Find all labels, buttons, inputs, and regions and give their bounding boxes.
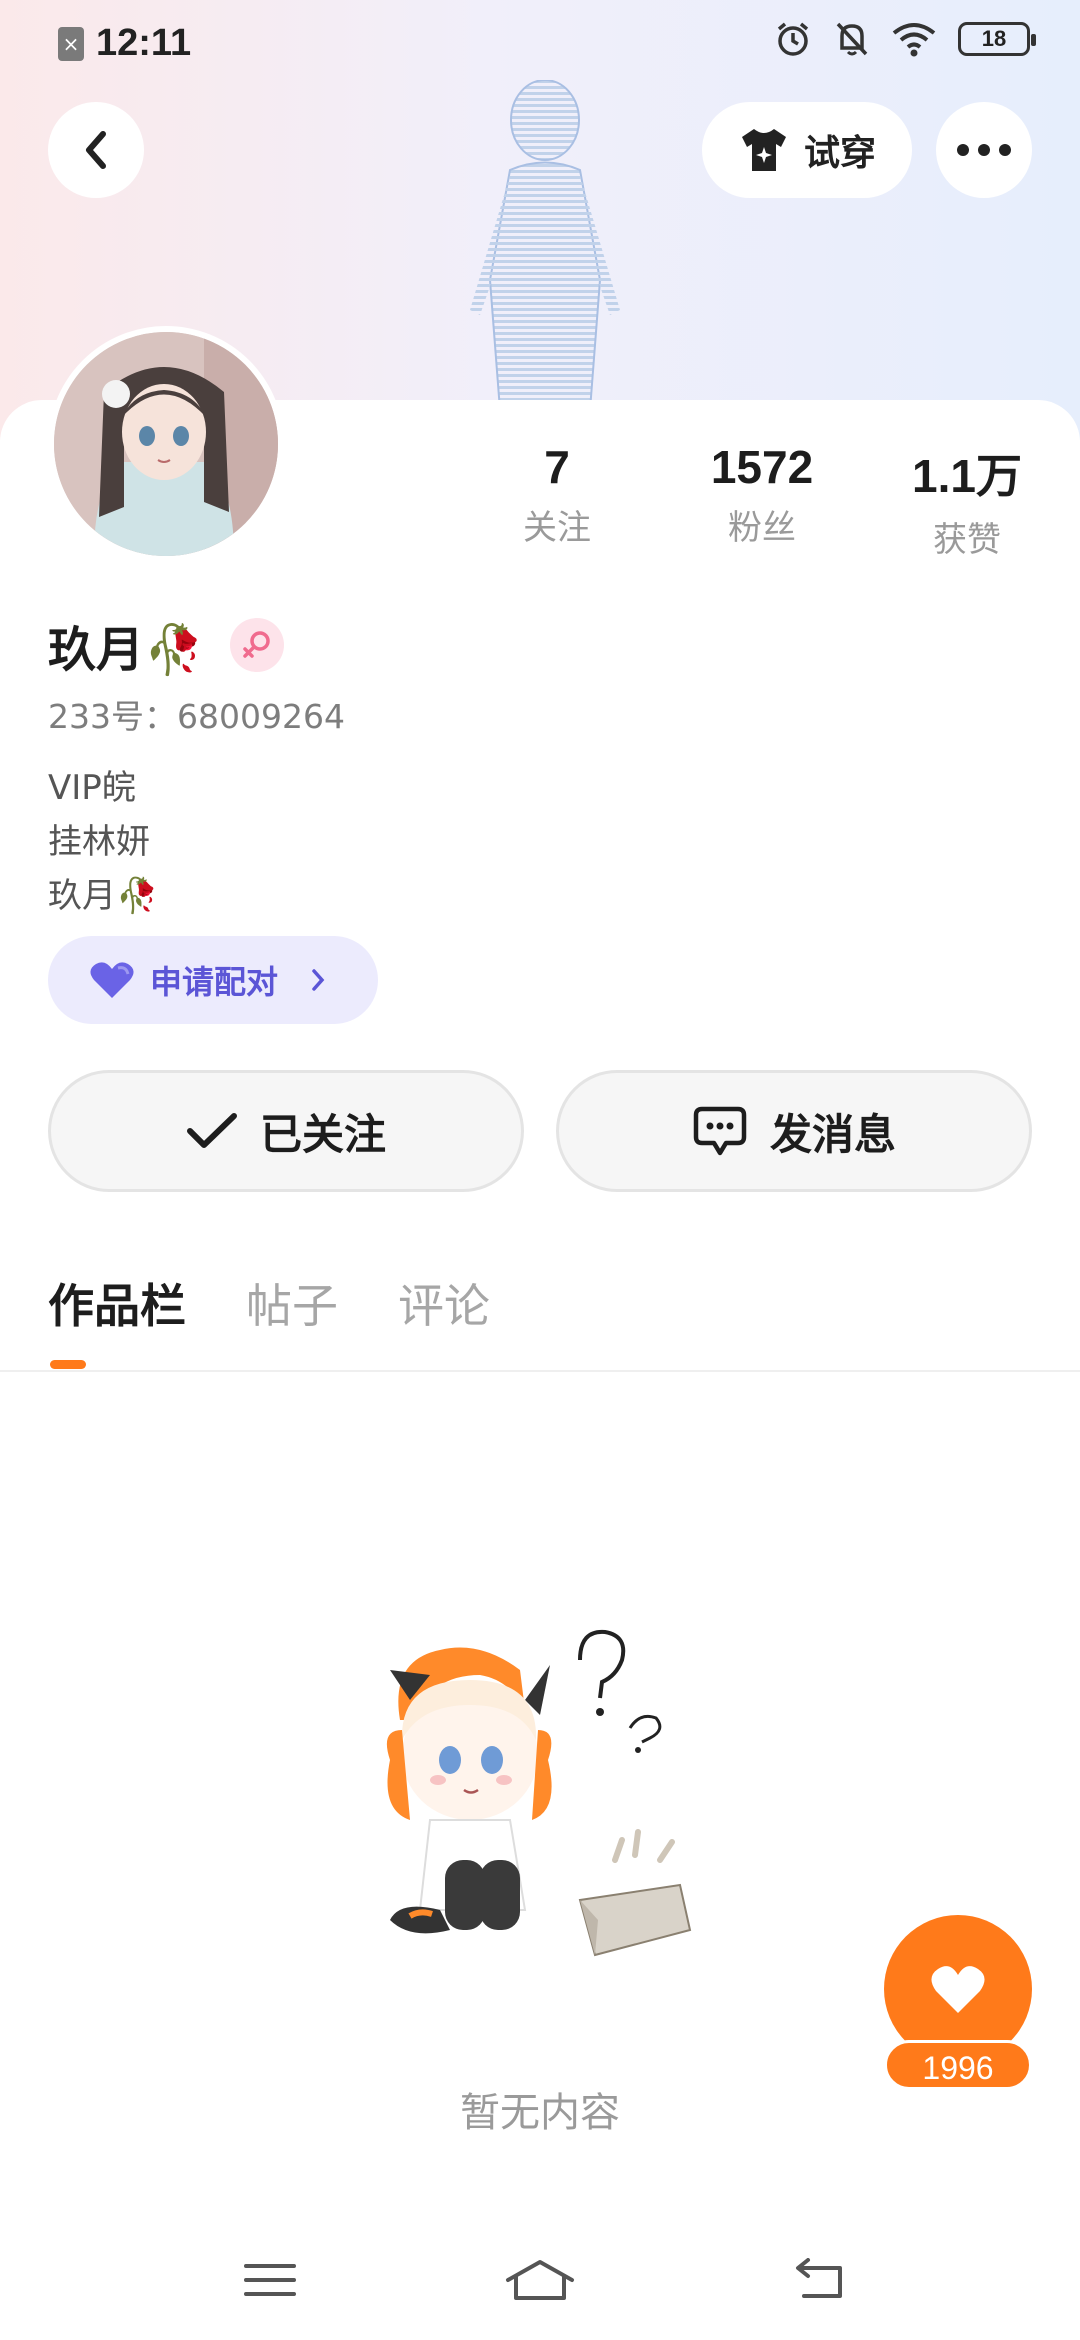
menu-nav-button[interactable] [230,2250,310,2310]
battery-level: 18 [981,26,1007,51]
menu-icon [244,2264,296,2296]
username-row: 玖月🥀 [48,610,284,680]
user-id: 233号：68009264 [48,697,345,736]
avatar-model-figure [470,80,620,410]
back-nav-button[interactable] [780,2250,860,2310]
wifi-icon [892,23,936,57]
tab-works[interactable]: 作品栏 [48,1270,186,1336]
back-arrow-icon [796,2258,842,2298]
avatar[interactable] [48,326,284,562]
active-tab-indicator [50,1360,86,1369]
home-nav-button[interactable] [500,2250,580,2310]
following-label-text: 已关注 [259,1109,386,1159]
try-on-label: 试穿 [803,133,876,174]
tab-divider [0,1370,1080,1372]
tshirt-icon [741,129,786,171]
send-message-button[interactable]: 发消息 [556,1070,1032,1192]
system-navigation-bar [0,2220,1080,2340]
back-button[interactable] [48,102,144,198]
status-bar: × 12:11 18 [0,0,1080,90]
stat-following[interactable]: 7 关注 [472,440,642,549]
chat-bubble-icon [693,1106,747,1156]
stat-followers[interactable]: 1572 粉丝 [677,440,847,549]
chevron-right-icon [312,969,325,991]
more-dots-icon [957,144,1011,156]
heart-icon [931,1966,985,2013]
following-button[interactable]: 已关注 [48,1070,524,1192]
send-message-label: 发消息 [769,1109,896,1159]
battery-icon: 18 [958,22,1036,56]
tab-posts[interactable]: 帖子 [246,1270,338,1336]
more-button[interactable] [936,102,1032,198]
alarm-icon [777,22,809,56]
status-time: 12:11 [96,22,192,64]
empty-state-illustration [386,1629,692,1957]
apply-pair-button[interactable]: 申请配对 [48,936,378,1024]
no-sim-icon: × [58,26,84,61]
like-count: 1996 [884,2040,1032,2090]
apply-pair-label: 申请配对 [150,963,279,1001]
content-tabs: 作品栏 帖子 评论 [48,1270,490,1336]
home-icon [506,2260,574,2300]
try-on-button[interactable]: 试穿 [702,102,912,198]
checkmark-icon [186,1113,237,1148]
likes-count: 1.1万 [912,450,1022,502]
username: 玖月🥀 [48,622,204,678]
mute-bell-icon [836,22,868,56]
tab-comments[interactable]: 评论 [398,1270,490,1336]
following-label: 关注 [523,508,591,548]
following-count: 7 [544,441,570,493]
followers-count: 1572 [710,441,814,493]
chevron-left-icon [86,131,106,169]
followers-label: 粉丝 [728,508,796,548]
likes-label: 获赞 [933,520,1001,560]
bio-line-2: 挂林妍 [48,822,150,862]
stat-likes[interactable]: 1.1万 获赞 [882,440,1052,561]
bio-line-1: VIP皖 [48,768,136,808]
avatar-image [54,332,278,556]
female-icon [229,618,284,672]
bio-line-3: 玖月🥀 [48,876,159,916]
heart-icon [90,962,134,998]
